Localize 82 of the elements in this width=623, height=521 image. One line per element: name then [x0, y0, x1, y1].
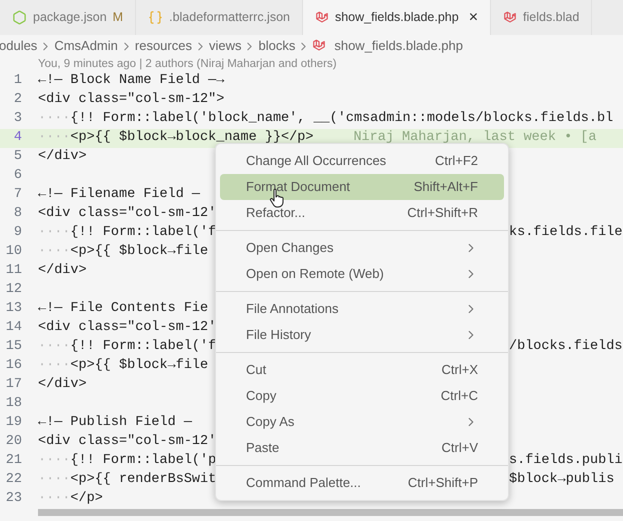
line-number: 19 — [4, 414, 23, 432]
hexagon-icon — [12, 10, 27, 25]
line-number: 5 — [12, 148, 23, 166]
menu-item[interactable]: Refactor... Ctrl+Shift+R — [220, 200, 504, 226]
breadcrumb-item[interactable]: blocks — [258, 36, 296, 56]
code-text: </div> — [38, 262, 87, 280]
code-text: </div> — [38, 376, 87, 394]
line-number: 22 — [4, 471, 23, 490]
code-text: {!! Form::label('block_name', __('cmsadmin::models/blocks.fields.bl — [70, 110, 614, 128]
code-text: <p>{{ $block→block_name }}</p> — [70, 129, 314, 148]
code-text: <div class="col-sm-12' — [38, 433, 216, 452]
code-text: $block→publis — [509, 471, 614, 490]
line-number: 14 — [4, 319, 23, 338]
code-text: {!! Form::label('p — [70, 452, 216, 470]
code-text: {!! Form::label('f — [70, 224, 216, 242]
line-number: 16 — [4, 357, 23, 376]
horizontal-scrollbar[interactable] — [38, 509, 623, 516]
code-text: ks.fields.file — [509, 224, 622, 242]
whitespace-dots: ···· — [38, 452, 70, 470]
whitespace-dots: ···· — [38, 471, 70, 490]
editor-tab[interactable]: show_fields.blade.php × — [302, 0, 492, 35]
line-number: 12 — [4, 281, 23, 300]
code-text: ←!— Publish Field — — [38, 414, 192, 432]
line-number: 13 — [4, 300, 23, 318]
whitespace-dots: ···· — [38, 224, 70, 242]
code-text: /blocks.fields — [509, 338, 622, 356]
code-text: </div> — [38, 148, 87, 166]
code-text: s.fields.publi — [509, 452, 622, 470]
line-number: 18 — [4, 395, 23, 414]
line-number: 20 — [4, 433, 23, 452]
blame-annotation: Niraj Maharjan, last week • [a — [353, 129, 596, 148]
line-number: 4 — [12, 129, 23, 148]
whitespace-dots: ···· — [38, 129, 70, 148]
code-text: <p>{{ $block→file — [70, 357, 208, 376]
menu-item[interactable]: Open on Remote (Web) — [220, 261, 504, 287]
breadcrumb-item[interactable]: show_fields.blade.php — [334, 36, 463, 56]
laravel-icon — [503, 10, 518, 24]
line-number: 7 — [12, 186, 23, 204]
code-text: ←!— File Contents Fie — [38, 300, 208, 318]
menu-item[interactable]: File Annotations — [220, 296, 504, 322]
laravel-icon — [312, 39, 326, 53]
code-text: </p> — [70, 490, 103, 508]
close-tab-button[interactable]: × — [468, 6, 478, 30]
whitespace-dots: ···· — [38, 110, 70, 128]
code-text: ←!— Block Name Field —→ — [38, 72, 224, 90]
line-number: 10 — [4, 243, 23, 262]
menu-item[interactable]: Change All Occurrences Ctrl+F2 — [220, 148, 504, 174]
menu-item[interactable]: Copy Ctrl+C — [220, 383, 504, 409]
menu-item[interactable]: Cut Ctrl+X — [220, 357, 504, 383]
line-number: 2 — [12, 91, 23, 110]
code-text: <div class="col-sm-12' — [38, 205, 216, 224]
whitespace-dots: ···· — [38, 338, 70, 356]
whitespace-dots: ···· — [38, 243, 70, 262]
code-text: <div class="col-sm-12"> — [38, 91, 224, 110]
line-number: 6 — [12, 167, 23, 186]
menu-item[interactable]: Copy As — [220, 409, 504, 435]
code-text: {!! Form::label('f — [70, 338, 216, 356]
code-text: <div class="col-sm-12' — [38, 319, 216, 338]
whitespace-dots: ···· — [38, 490, 70, 508]
line-number: 3 — [12, 110, 23, 128]
breadcrumb-item[interactable]: CmsAdmin — [54, 36, 118, 56]
line-number: 23 — [4, 490, 23, 508]
code-text: ←!— Filename Field — — [38, 186, 200, 204]
modified-label: M — [112, 9, 124, 26]
menu-item[interactable]: Open Changes — [220, 235, 504, 261]
line-number: 11 — [4, 262, 23, 280]
line-number: 15 — [4, 338, 23, 356]
line-number: 21 — [4, 452, 23, 470]
code-text: <p>{{ renderBsSwit — [70, 471, 216, 490]
menu-item[interactable]: File History — [220, 322, 504, 348]
line-number: 8 — [12, 205, 23, 224]
breadcrumb-item[interactable]: views — [208, 36, 242, 56]
line-number: 1 — [12, 72, 23, 90]
breadcrumb-item[interactable]: resources — [134, 36, 192, 56]
line-number: 17 — [4, 376, 23, 394]
menu-item[interactable]: Paste Ctrl+V — [220, 435, 504, 461]
laravel-icon — [314, 10, 329, 24]
line-number: 9 — [12, 224, 23, 242]
code-text: <p>{{ $block→file — [70, 243, 208, 262]
braces-icon — [148, 10, 164, 25]
whitespace-dots: ···· — [38, 357, 70, 376]
menu-item[interactable]: Command Palette... Ctrl+Shift+P — [220, 470, 504, 496]
